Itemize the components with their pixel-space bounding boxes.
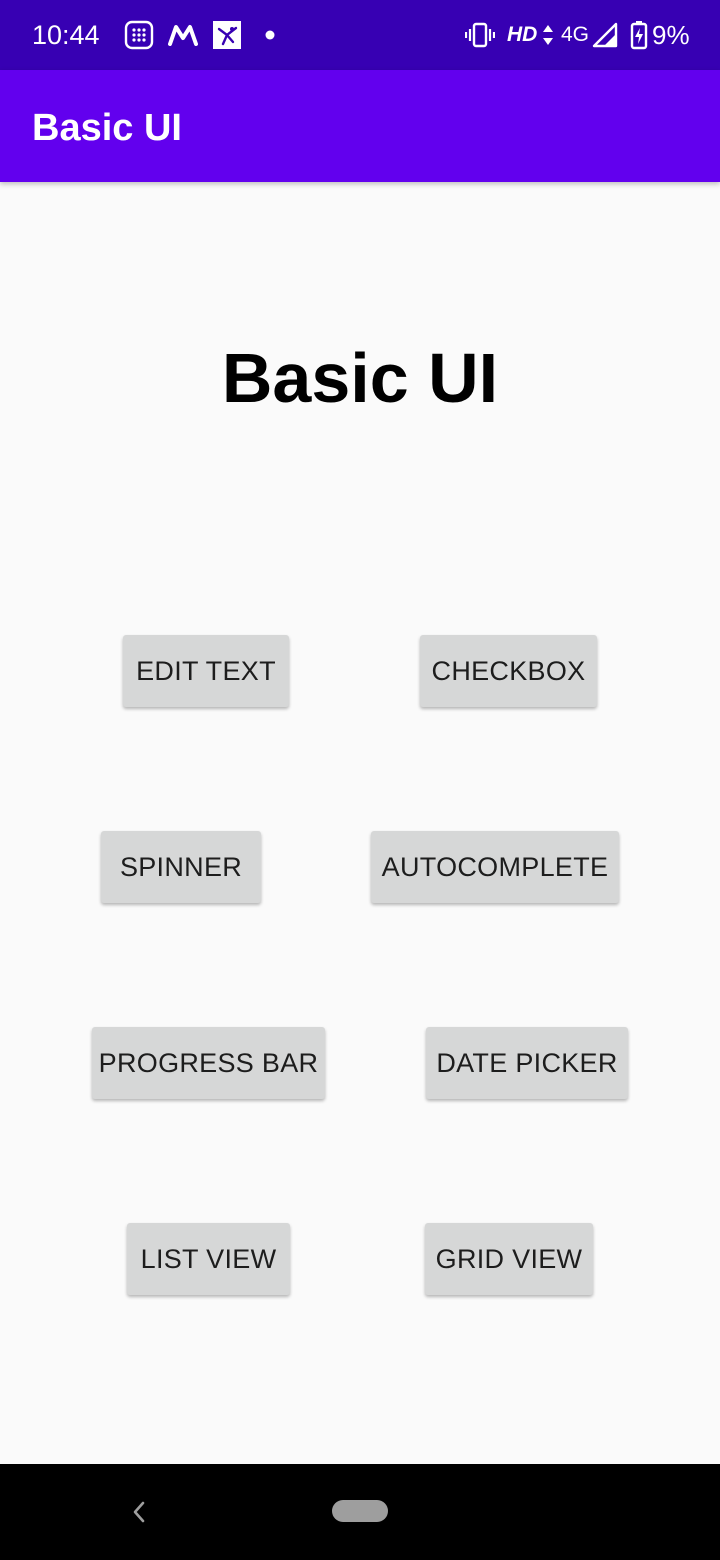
calendar-grid-icon (124, 20, 154, 50)
app-bar-title: Basic UI (32, 107, 182, 149)
vibrate-icon (465, 22, 495, 48)
grid-view-button[interactable]: GRID VIEW (425, 1223, 593, 1295)
spinner-button[interactable]: SPINNER (101, 831, 261, 903)
data-arrows-icon (543, 25, 553, 45)
cell-signal-icon (592, 22, 618, 48)
status-time: 10:44 (32, 20, 100, 50)
status-bar: 10:44 HD 4G 9% (0, 0, 720, 70)
back-chevron-icon[interactable] (130, 1500, 148, 1524)
network-type-label: HD (507, 23, 538, 46)
battery-charging-icon (630, 21, 648, 50)
signal-label: 4G (561, 23, 590, 46)
date-picker-button[interactable]: DATE PICKER (426, 1027, 628, 1099)
photo-app-icon (213, 21, 241, 49)
battery-percentage: 9% (652, 20, 690, 50)
home-pill-icon[interactable] (332, 1500, 388, 1522)
myntra-m-icon (168, 25, 198, 46)
checkbox-button[interactable]: CHECKBOX (420, 635, 597, 707)
page-title: Basic UI (221, 339, 499, 417)
edit-text-button[interactable]: EDIT TEXT (123, 635, 289, 707)
notification-dot-icon (265, 30, 275, 40)
autocomplete-button[interactable]: AUTOCOMPLETE (371, 831, 619, 903)
app-bar: Basic UI (0, 70, 720, 182)
progress-bar-button[interactable]: PROGRESS BAR (92, 1027, 325, 1099)
list-view-button[interactable]: LIST VIEW (127, 1223, 290, 1295)
